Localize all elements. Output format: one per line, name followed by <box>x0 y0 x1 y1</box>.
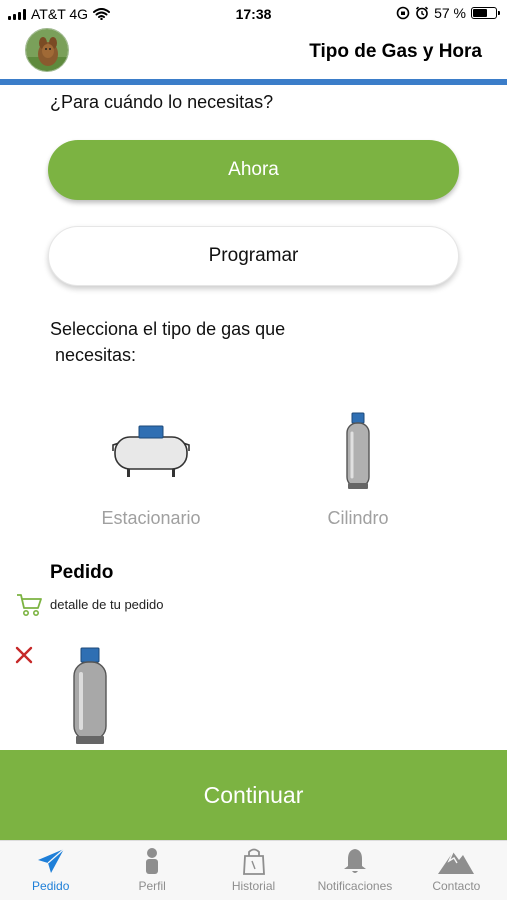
order-title: Pedido <box>50 562 114 583</box>
tab-bar: Pedido Perfil Historial Notificaciones C… <box>0 840 507 900</box>
tab-notificaciones[interactable]: Notificaciones <box>304 841 405 900</box>
mountain-icon <box>438 851 475 874</box>
close-icon[interactable] <box>13 644 35 666</box>
gas-type-question-line2: necesitas: <box>55 345 137 365</box>
cart-icon <box>17 594 42 616</box>
page-title: Tipo de Gas y Hora <box>309 41 482 62</box>
tab-historial[interactable]: Historial <box>203 841 304 900</box>
battery-icon <box>471 7 500 19</box>
status-bar: AT&T 4G 17:38 57 % <box>0 0 507 28</box>
orientation-lock-icon <box>396 6 410 20</box>
gas-option-label: Estacionario <box>101 508 201 528</box>
tab-perfil[interactable]: Perfil <box>101 841 202 900</box>
when-question: ¿Para cuándo lo necesitas? <box>50 92 274 112</box>
tab-label: Contacto <box>432 879 481 893</box>
tab-pedido[interactable]: Pedido <box>0 841 101 900</box>
gas-type-question: Selecciona el tipo de gas que necesitas: <box>50 316 350 368</box>
gas-type-question-line1: Selecciona el tipo de gas que <box>50 319 286 339</box>
gas-option-stationary[interactable]: Estacionario <box>86 405 216 535</box>
tab-contacto[interactable]: Contacto <box>406 841 507 900</box>
tab-label: Notificaciones <box>317 879 393 893</box>
continue-button[interactable]: Continuar <box>0 750 507 840</box>
bell-icon <box>343 849 366 873</box>
avatar[interactable] <box>25 28 69 72</box>
status-right: 57 % <box>396 5 500 21</box>
stationary-tank-icon <box>112 425 190 477</box>
app-header: Tipo de Gas y Hora <box>0 28 507 78</box>
shopping-bag-icon <box>242 848 265 875</box>
header-divider <box>0 79 507 85</box>
app-screen: AT&T 4G 17:38 57 % Tipo de Gas y Hora ¿P… <box>0 0 507 900</box>
tab-label: Pedido <box>32 879 70 893</box>
gas-cylinder-icon <box>346 412 370 489</box>
gas-option-label: Cilindro <box>327 508 389 528</box>
order-item-cylinder-icon <box>73 647 107 744</box>
alarm-icon <box>416 6 429 20</box>
now-button[interactable]: Ahora <box>48 140 459 200</box>
gas-option-cylinder[interactable]: Cilindro <box>308 405 408 535</box>
paper-plane-icon <box>37 848 65 873</box>
schedule-button[interactable]: Programar <box>48 226 459 286</box>
tab-label: Historial <box>231 879 276 893</box>
battery-percent: 57 % <box>434 5 466 21</box>
order-detail-text: detalle de tu pedido <box>50 597 164 612</box>
tab-label: Perfil <box>138 879 166 893</box>
person-icon <box>146 848 159 874</box>
